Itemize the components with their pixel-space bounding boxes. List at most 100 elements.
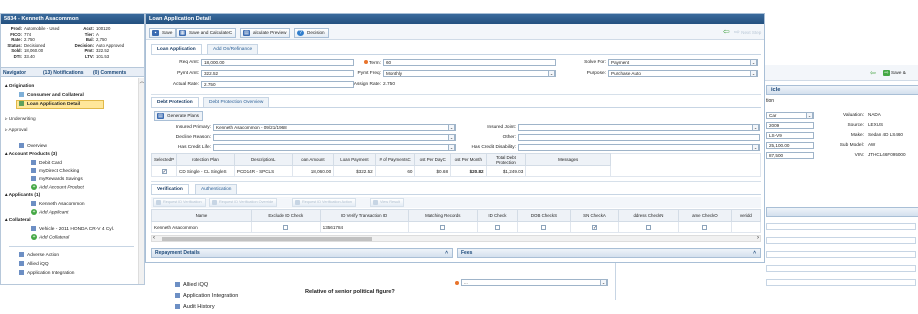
add-account-product-link[interactable]: + Add Account Product: [31, 184, 84, 190]
insured-primary-select[interactable]: Kenneth Asacommon - 09/21/1968 ⌄: [213, 124, 456, 131]
add-collateral-link[interactable]: + Add Collateral: [31, 234, 69, 240]
verif-toolbar-button[interactable]: Request ID Verification Override: [209, 198, 278, 207]
decision-button[interactable]: ? Decision: [294, 28, 329, 38]
chevron-down-icon[interactable]: ⌄: [548, 71, 555, 76]
bg-save-button[interactable]: ⇨ Save &: [881, 69, 909, 77]
bg-right-field[interactable]: Sedan 4D LS460: [866, 132, 918, 139]
nav-group-applicants[interactable]: ▴ Applicants (1): [5, 193, 40, 198]
column-header[interactable]: Exclude ID Check: [251, 209, 321, 222]
bg-left-field[interactable]: 87,500: [766, 152, 814, 159]
column-header[interactable]: # of PaymentsC: [374, 153, 416, 166]
nav-item-underwriting[interactable]: ▹ Underwriting: [5, 117, 36, 122]
chevron-down-icon[interactable]: ⌄: [750, 71, 757, 76]
other-input[interactable]: [518, 134, 760, 141]
nav-item-application-integration[interactable]: Application Integration: [19, 270, 74, 276]
nav-item-vehicle[interactable]: Vehicle - 2011 HONDA CR-V 4 Cyl.: [31, 226, 114, 232]
nav-group-collateral[interactable]: ▴ Collateral: [5, 218, 31, 223]
save-button[interactable]: ▪ Save: [149, 28, 177, 38]
bg-left-field[interactable]: 25,100.00: [766, 142, 814, 149]
nav-group-origination[interactable]: ▴ Origination: [5, 84, 34, 89]
column-header[interactable]: Loan Payment: [333, 153, 376, 166]
column-header[interactable]: Matching Records: [407, 209, 479, 222]
bg-input-b[interactable]: [766, 237, 916, 244]
chevron-down-icon[interactable]: ⌄: [750, 60, 757, 65]
has-credit-life-select[interactable]: ⌄: [213, 144, 456, 151]
exclude-id-check-cell[interactable]: [251, 221, 321, 233]
save-and-calculate-button[interactable]: ▦ Save and CalculateC: [176, 28, 237, 38]
nav-item-applicant[interactable]: Kenneth Asacommon: [31, 201, 85, 207]
tab-navigator[interactable]: Navigator: [3, 69, 26, 77]
nav-item-consumer-collateral[interactable]: Consumer and Collateral: [19, 92, 84, 98]
repayment-details-header[interactable]: Repayment Details ˄: [151, 248, 453, 258]
chevron-down-icon[interactable]: ⌄: [806, 113, 813, 118]
column-header[interactable]: DOB CheckS: [516, 209, 572, 222]
column-header[interactable]: ID Verify Transaction ID: [319, 209, 409, 222]
column-header[interactable]: ost Per DayC: [414, 153, 451, 166]
column-header[interactable]: oan Amount: [291, 153, 335, 166]
bg-right-field[interactable]: JTHCL46F095000: [866, 152, 918, 159]
has-credit-disability-select[interactable]: ⌄: [518, 144, 760, 151]
exclude-id-checkbox[interactable]: [283, 224, 289, 230]
next-step-button[interactable]: ⇨ Next Step: [734, 28, 761, 36]
selected-plan-checkbox[interactable]: [161, 168, 167, 174]
bg-left-field[interactable]: 2009: [766, 122, 814, 129]
tab-comments[interactable]: (0) Comments: [93, 69, 126, 77]
generate-plans-button[interactable]: ▤ Generate Plans: [154, 111, 203, 121]
verif-toolbar-button[interactable]: Request ID Verification Action: [292, 198, 357, 207]
overflow-nav-allied-iqq[interactable]: Allied iQQ: [175, 282, 208, 288]
scroll-right-icon[interactable]: ›: [757, 235, 759, 241]
scroll-left-icon[interactable]: ‹: [153, 235, 155, 241]
column-header[interactable]: rotection Plan: [176, 153, 235, 166]
pymt-freq-select[interactable]: Monthly ⌄: [383, 70, 556, 77]
actual-rate-input[interactable]: 2.750: [201, 81, 354, 88]
bg-left-field[interactable]: Car ⌄: [766, 112, 814, 119]
overflow-nav-audit-history[interactable]: Audit History: [175, 304, 215, 310]
scroll-thumb[interactable]: [162, 237, 372, 241]
column-header[interactable]: Messages: [525, 153, 611, 166]
collapse-icon[interactable]: ˄: [445, 249, 448, 257]
verif-toolbar-button[interactable]: View Result: [370, 198, 404, 207]
collapse-icon[interactable]: ˄: [753, 249, 756, 257]
tab-notifications[interactable]: (13) Notifications: [43, 69, 84, 77]
nav-scrollbar[interactable]: ︿: [138, 78, 144, 284]
chevron-down-icon[interactable]: ⌄: [448, 125, 455, 130]
bg-input-e[interactable]: [766, 279, 916, 286]
column-header[interactable]: veridd: [730, 209, 762, 222]
table-row[interactable]: CD Single - CL SingleSPCD14R - SPCLS18,0…: [150, 165, 611, 177]
nav-item-overview[interactable]: Overview: [19, 143, 47, 149]
chevron-down-icon[interactable]: ⌄: [752, 125, 759, 130]
column-header[interactable]: ddress CheckN: [617, 209, 680, 222]
column-header[interactable]: Total Debt Protection: [485, 153, 527, 166]
column-header[interactable]: ost Per Month: [450, 153, 487, 166]
bg-right-field[interactable]: NADA: [866, 112, 918, 119]
column-header[interactable]: Name: [151, 209, 252, 222]
add-applicant-link[interactable]: + Add Applicant: [31, 209, 68, 215]
nav-item-debit-card[interactable]: Debit Card: [31, 160, 62, 166]
bg-back-arrow-icon[interactable]: ⇦: [870, 69, 876, 77]
bg-left-field[interactable]: LS-V9: [766, 132, 814, 139]
chevron-down-icon[interactable]: ⌄: [600, 280, 607, 285]
bg-right-field[interactable]: AW: [866, 142, 918, 149]
solve-for-select[interactable]: Payment ⌄: [608, 59, 758, 66]
chevron-down-icon[interactable]: ⌄: [752, 145, 759, 150]
nav-item-approval[interactable]: ▹ Approval: [5, 128, 27, 133]
column-header[interactable]: SN CheckA: [570, 209, 619, 222]
decline-reason-select[interactable]: ⌄: [213, 134, 456, 141]
nav-item-adverse-action[interactable]: Adverse Action: [19, 252, 59, 258]
column-header[interactable]: ID Check: [477, 209, 518, 222]
chevron-down-icon[interactable]: ⌄: [448, 135, 455, 140]
overflow-nav-app-integration[interactable]: Application Integration: [175, 293, 238, 299]
verif-h-scrollbar[interactable]: ‹ ›: [151, 235, 761, 242]
table-row[interactable]: Kenneth Asacommon 13561784: [151, 221, 762, 233]
nav-item-allied-iqq[interactable]: Allied iQQ: [19, 261, 49, 267]
fees-header[interactable]: Fees ˄: [457, 248, 761, 258]
insured-joint-select[interactable]: ⌄: [518, 124, 760, 131]
bg-input-d[interactable]: [766, 265, 916, 272]
bg-input-a[interactable]: [766, 223, 916, 230]
bg-input-c[interactable]: [766, 251, 916, 258]
purpose-select[interactable]: Purchase Auto ⌄: [608, 70, 758, 77]
pymt-amt-input[interactable]: 322.52: [201, 70, 354, 77]
verif-toolbar-button[interactable]: Request ID Verification: [153, 198, 206, 207]
bg-right-field[interactable]: LEXUS: [866, 122, 918, 129]
back-arrow-icon[interactable]: ⇦: [723, 27, 730, 36]
